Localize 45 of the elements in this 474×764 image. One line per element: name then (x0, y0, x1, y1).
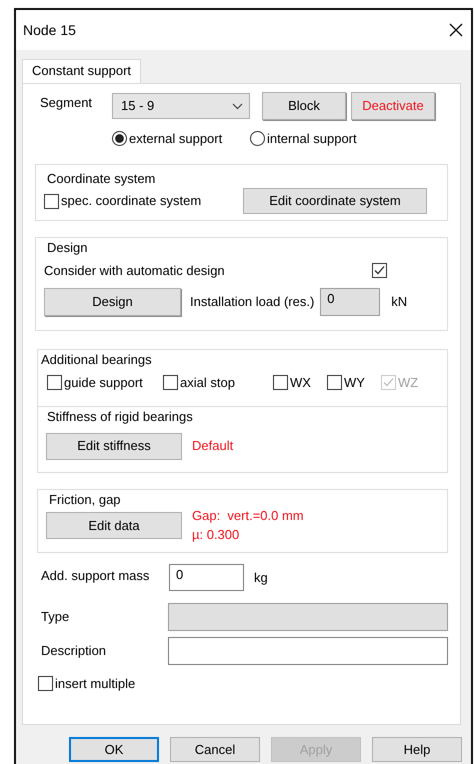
segment-dropdown[interactable]: 15 - 9 (112, 93, 250, 119)
dialog-button[interactable]: Help (372, 737, 462, 762)
checkbox[interactable] (163, 374, 178, 390)
checkbox[interactable] (38, 676, 53, 692)
edit-coordinate-system-button[interactable]: Edit coordinate system (243, 188, 427, 214)
field-label: Segment (40, 94, 94, 112)
checkbox-label: axial stop (180, 374, 235, 392)
radio-label: external support (129, 130, 222, 148)
mass-field[interactable]: 0 (169, 564, 244, 591)
field-label: Type (41, 608, 70, 626)
load-field[interactable]: 0 (320, 288, 380, 316)
radio-label: internal support (267, 130, 357, 148)
checkbox-label: WX (290, 374, 311, 392)
dialog-button[interactable]: Cancel (170, 737, 260, 762)
caret-icon (232, 102, 243, 110)
checkbox[interactable] (372, 262, 387, 278)
status-text: µ: 0.300 (192, 526, 240, 544)
field-label: Description (41, 642, 108, 660)
checkbox-label: Consider with automatic design (44, 262, 226, 280)
design-button[interactable]: Design (44, 288, 181, 316)
status-text: Default (192, 437, 234, 456)
description-field[interactable] (168, 637, 448, 665)
dialog-button[interactable]: OK (69, 737, 159, 762)
close-icon[interactable] (449, 23, 463, 37)
checkbox[interactable] (44, 194, 59, 208)
unit-label: kN (391, 293, 408, 312)
radio-button[interactable] (250, 131, 265, 146)
checkbox[interactable] (47, 374, 62, 390)
checkbox[interactable] (327, 374, 342, 390)
unit-label: kg (254, 568, 268, 587)
checkbox-label: spec. coordinate system (61, 192, 202, 210)
checkbox-label: insert multiple (55, 675, 136, 693)
checkbox-label: WY (344, 374, 365, 392)
field-label: Installation load (res.) (190, 293, 314, 312)
checkbox-label: WZ (398, 374, 418, 392)
status-text: Gap: vert.=0.0 mm (192, 507, 304, 525)
edit-stiffness-button[interactable]: Edit stiffness (46, 432, 182, 460)
field-label: Add. support mass (41, 567, 150, 585)
edit-data-button[interactable]: Edit data (46, 512, 182, 539)
checkbox[interactable] (273, 374, 288, 390)
block-button[interactable]: Block (262, 92, 346, 120)
tab[interactable]: Constant support (22, 59, 142, 83)
radio-button[interactable] (112, 131, 127, 146)
checkbox-label: guide support (64, 374, 143, 392)
window-title: Node 15 (23, 20, 76, 40)
